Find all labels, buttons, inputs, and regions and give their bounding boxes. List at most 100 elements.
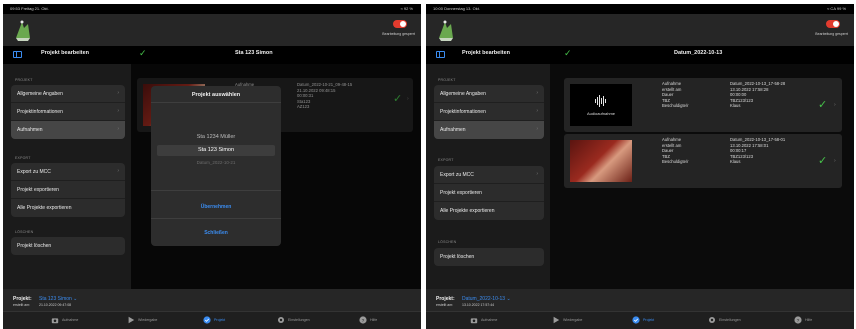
app-header: Bearbeitung gesperrt bbox=[426, 14, 854, 46]
sidebar-item-label: Projektinformationen bbox=[440, 109, 486, 115]
project-picker-dialog: Projekt auswählen Sta 1234 Müller Sta 12… bbox=[151, 86, 281, 246]
checkmark-icon: ✓ bbox=[818, 99, 828, 111]
ipad-screen-left: 09:53 Freitag 21. Okt. ≈ 92 % Bearbeitun… bbox=[3, 4, 421, 329]
chevron-right-icon: › bbox=[117, 108, 119, 114]
sidebar-toggle-icon[interactable] bbox=[436, 51, 445, 58]
project-selector[interactable]: Sta 123 Simon ⌄ bbox=[39, 296, 77, 302]
sidebar-item-aufnahmen[interactable]: Aufnahmen › bbox=[11, 121, 125, 139]
section-label-projekt: PROJEKT bbox=[438, 78, 456, 82]
sidebar-item-label: Projekt löschen bbox=[440, 254, 475, 260]
close-button[interactable]: Schließen bbox=[151, 230, 281, 236]
sidebar-item-projekt-loeschen[interactable]: Projekt löschen bbox=[434, 248, 544, 266]
sidebar-item-label: Projekt exportieren bbox=[17, 187, 59, 193]
sidebar-item-label: Projekt exportieren bbox=[440, 190, 482, 196]
confirm-button[interactable]: Übernehmen bbox=[151, 204, 281, 210]
sidebar-item-projekt-exportieren[interactable]: Projekt exportieren bbox=[11, 181, 125, 199]
project-selector[interactable]: Datum_2022-10-13 ⌄ bbox=[462, 296, 511, 302]
gear-icon bbox=[277, 316, 285, 324]
sidebar: PROJEKT Allgemeine Angaben › Projektinfor… bbox=[3, 64, 131, 289]
edit-lock-toggle[interactable] bbox=[826, 20, 840, 28]
app-header: Bearbeitung gesperrt bbox=[3, 14, 421, 46]
picker-option[interactable]: Datum_2022-10-21 bbox=[151, 160, 281, 165]
sidebar-item-projektinformationen[interactable]: Projektinformationen › bbox=[434, 103, 544, 121]
tab-einstellungen[interactable]: Einstellungen bbox=[708, 316, 741, 324]
video-thumbnail bbox=[570, 140, 632, 182]
checkmark-icon[interactable]: ✓ bbox=[139, 48, 147, 58]
tab-bar: Aufnahme Wiedergabe Projekt Einstellunge… bbox=[3, 311, 421, 329]
sidebar-item-label: Projekt löschen bbox=[17, 243, 52, 249]
check-circle-icon bbox=[632, 316, 640, 324]
sidebar-item-allgemeine-angaben[interactable]: Allgemeine Angaben › bbox=[434, 85, 544, 103]
recording-card-video[interactable]: Aufnahme Datum_2022-10-13_17-58-01 erstel… bbox=[564, 134, 842, 188]
tab-label: Einstellungen bbox=[288, 318, 310, 322]
tab-wiedergabe[interactable]: Wiedergabe bbox=[552, 316, 582, 324]
sidebar-item-export-mcc[interactable]: Export zu MCC › bbox=[434, 166, 544, 184]
sidebar-item-label: Projektinformationen bbox=[17, 109, 63, 115]
card-key: Beschuldigte/r bbox=[662, 103, 689, 109]
divider bbox=[151, 190, 281, 191]
project-footer: Projekt: Sta 123 Simon ⌄ erstellt am: 21… bbox=[3, 289, 421, 329]
section-label-export: EXPORT bbox=[438, 158, 454, 162]
audio-thumbnail: Audioaufnahme bbox=[570, 84, 632, 126]
sidebar-toggle-icon[interactable] bbox=[13, 51, 22, 58]
tab-label: Projekt bbox=[214, 318, 226, 322]
status-bar: 09:53 Freitag 21. Okt. ≈ 92 % bbox=[3, 4, 421, 14]
recording-card-audio[interactable]: Audioaufnahme Aufnahme Datum_2022-10-13_1… bbox=[564, 78, 842, 132]
tab-label: Wiedergabe bbox=[138, 318, 158, 322]
sidebar-item-export-mcc[interactable]: Export zu MCC › bbox=[11, 163, 125, 181]
tab-bar: Aufnahme Wiedergabe Projekt Einstellunge… bbox=[426, 311, 854, 329]
created-label: erstellt am: bbox=[13, 303, 31, 307]
play-icon bbox=[128, 316, 135, 324]
sidebar-item-projekt-exportieren[interactable]: Projekt exportieren bbox=[434, 184, 544, 202]
status-battery: ≈ CA 99 % bbox=[827, 6, 846, 11]
play-icon bbox=[553, 316, 560, 324]
sidebar-item-aufnahmen[interactable]: Aufnahmen › bbox=[434, 121, 544, 139]
sidebar-item-projekt-loeschen[interactable]: Projekt löschen bbox=[11, 237, 125, 255]
tab-wiedergabe[interactable]: Wiedergabe bbox=[127, 316, 157, 324]
tab-projekt[interactable]: Projekt bbox=[632, 316, 654, 324]
sidebar-item-alle-exportieren[interactable]: Alle Projekte exportieren bbox=[434, 202, 544, 220]
audio-caption: Audioaufnahme bbox=[586, 111, 616, 116]
checkmark-icon[interactable]: ✓ bbox=[564, 48, 572, 58]
edit-lock-toggle[interactable] bbox=[393, 20, 407, 28]
svg-text:?: ? bbox=[362, 318, 365, 324]
project-label: Projekt: bbox=[13, 296, 32, 302]
checkmark-icon: ✓ bbox=[818, 155, 828, 167]
tab-aufnahme[interactable]: Aufnahme bbox=[470, 316, 497, 324]
tab-label: Einstellungen bbox=[719, 318, 741, 322]
section-label-loeschen: LÖSCHEN bbox=[15, 230, 34, 234]
tab-label: Hilfe bbox=[805, 318, 813, 322]
tab-label: Hilfe bbox=[370, 318, 378, 322]
created-label: erstellt am: bbox=[436, 303, 454, 307]
tab-aufnahme[interactable]: Aufnahme bbox=[51, 316, 78, 324]
tab-hilfe[interactable]: ? Hilfe bbox=[359, 316, 377, 324]
group-loeschen: Projekt löschen bbox=[434, 248, 544, 266]
status-time: 09:53 Freitag 21. Okt. bbox=[10, 6, 49, 11]
edit-lock-label: Bearbeitung gesperrt bbox=[382, 32, 415, 36]
navigation-bar: Projekt bearbeiten ✓ Datum_2022-10-13 bbox=[426, 46, 854, 64]
tab-projekt[interactable]: Projekt bbox=[203, 316, 225, 324]
divider bbox=[151, 102, 281, 103]
section-label-projekt: PROJEKT bbox=[15, 78, 33, 82]
dialog-title: Projekt auswählen bbox=[191, 92, 241, 98]
tab-einstellungen[interactable]: Einstellungen bbox=[277, 316, 310, 324]
tab-label: Projekt bbox=[643, 318, 655, 322]
created-value: 13.10.2022 17:57:44 bbox=[462, 303, 495, 307]
card-key: Beschuldigte/r bbox=[662, 159, 689, 165]
sidebar-item-alle-exportieren[interactable]: Alle Projekte exportieren bbox=[11, 199, 125, 217]
svg-text:?: ? bbox=[797, 318, 800, 324]
sidebar-item-label: Aufnahmen bbox=[17, 127, 43, 133]
camera-icon bbox=[51, 318, 59, 324]
sidebar-item-projektinformationen[interactable]: Projektinformationen › bbox=[11, 103, 125, 121]
picker-option-selected[interactable]: Sta 123 Simon bbox=[151, 147, 281, 153]
tab-hilfe[interactable]: ? Hilfe bbox=[794, 316, 812, 324]
created-value: 21.10.2022 09:47:08 bbox=[39, 303, 72, 307]
sidebar-item-allgemeine-angaben[interactable]: Allgemeine Angaben › bbox=[11, 85, 125, 103]
sidebar-item-label: Export zu MCC bbox=[440, 172, 474, 178]
sidebar-item-label: Alle Projekte exportieren bbox=[17, 205, 72, 211]
waveform-icon bbox=[595, 95, 606, 107]
picker-option[interactable]: Sta 1234 Müller bbox=[151, 134, 281, 140]
project-label: Projekt: bbox=[436, 296, 455, 302]
card-value: Klaus bbox=[730, 103, 741, 109]
group-projekt: Allgemeine Angaben › Projektinformationen… bbox=[434, 85, 544, 139]
